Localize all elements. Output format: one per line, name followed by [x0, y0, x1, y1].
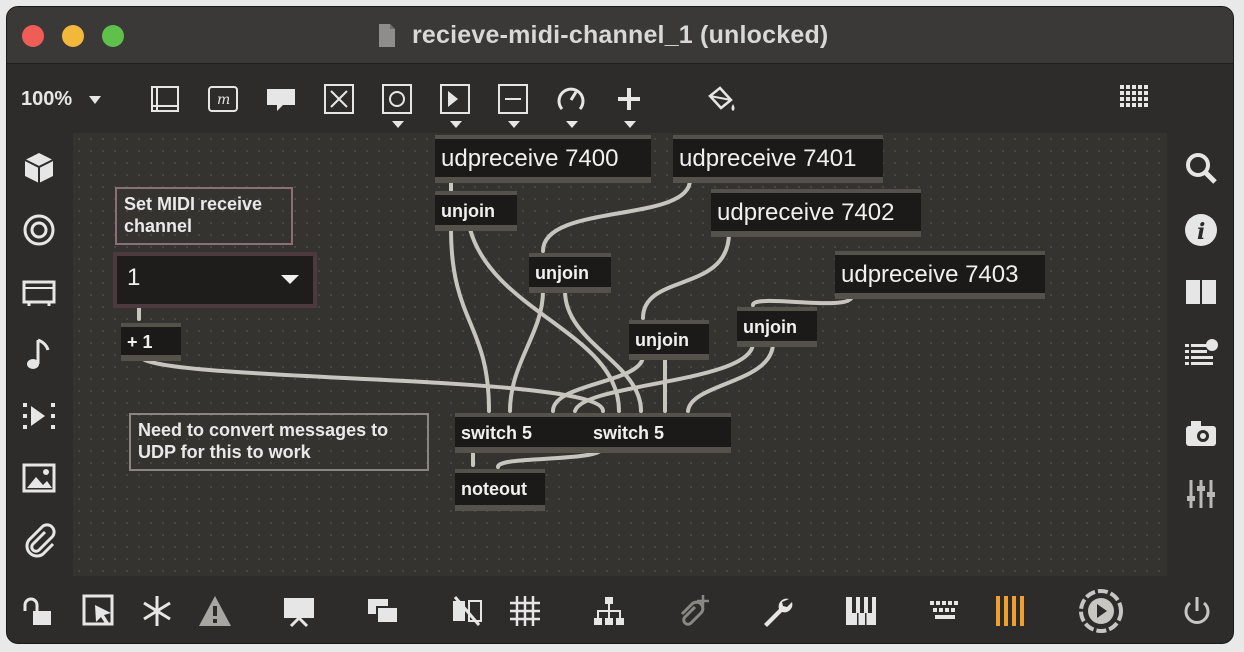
dial-caret-icon[interactable] [566, 121, 578, 128]
object-text: unjoin [535, 263, 589, 283]
package-cube-icon[interactable] [21, 150, 57, 186]
object-unjoin-3[interactable]: unjoin [629, 320, 709, 360]
object-unjoin-1[interactable]: unjoin [435, 191, 517, 231]
paint-bucket-icon[interactable] [704, 82, 738, 116]
object-text: udpreceive 7403 [841, 261, 1019, 288]
object-udpreceive-7401[interactable]: udpreceive 7401 [673, 135, 883, 183]
zoom-level[interactable]: 100% [21, 88, 72, 111]
list-icon[interactable] [1183, 336, 1219, 372]
object-text: + 1 [127, 332, 153, 352]
warning-icon[interactable] [197, 593, 233, 629]
search-icon[interactable] [1183, 150, 1219, 186]
object-text: noteout [461, 479, 527, 499]
dial-icon[interactable] [554, 82, 588, 116]
patcher-window: recieve-midi-channel_1 (unlocked) 100% m [6, 6, 1234, 644]
minimize-window-button[interactable] [62, 25, 84, 47]
book-icon[interactable] [1183, 274, 1219, 310]
hierarchy-icon[interactable] [591, 593, 627, 629]
object-text: udpreceive 7400 [441, 145, 619, 172]
media-play-icon[interactable] [21, 398, 57, 434]
add-caret-icon[interactable] [624, 121, 636, 128]
patcher-canvas[interactable]: Set MIDI receive channel 1 + 1 Need to c… [73, 133, 1167, 576]
bottom-toolbar [7, 579, 1233, 643]
object-text: switch 5 [461, 423, 533, 443]
keyboard-icon[interactable] [927, 593, 963, 629]
freeze-icon[interactable] [139, 593, 175, 629]
document-icon [379, 24, 395, 47]
target-icon[interactable] [21, 212, 57, 248]
number-caret-icon[interactable] [450, 121, 462, 128]
camera-icon[interactable] [1183, 416, 1219, 452]
comment-text: Set MIDI receive channel [124, 194, 263, 236]
windows-icon[interactable] [365, 593, 401, 629]
object-noteout[interactable]: noteout [455, 469, 545, 511]
hide-icon[interactable] [449, 593, 485, 629]
object-text: udpreceive 7402 [717, 199, 895, 226]
grid-icon[interactable] [507, 593, 543, 629]
comment-convert-udp[interactable]: Need to convert messages to UDP for this… [129, 413, 429, 471]
object-text: unjoin [441, 201, 495, 221]
svg-text:m: m [217, 92, 230, 108]
bars-icon[interactable] [993, 593, 1029, 629]
comment-set-midi-channel[interactable]: Set MIDI receive channel [115, 187, 293, 245]
edit-pointer-icon[interactable] [81, 593, 117, 629]
number-box-icon[interactable] [438, 82, 472, 116]
svg-text:i: i [1197, 219, 1205, 245]
info-icon[interactable]: i [1183, 212, 1219, 248]
paperclip-add-icon[interactable] [675, 593, 711, 629]
top-toolbar: 100% m [7, 64, 1233, 128]
presentation-icon[interactable] [281, 593, 317, 629]
piano-icon[interactable] [843, 593, 879, 629]
grid-dots-icon[interactable] [1119, 82, 1153, 116]
wrench-icon[interactable] [759, 593, 795, 629]
window-title: recieve-midi-channel_1 (unlocked) [412, 21, 829, 49]
comment-icon[interactable] [264, 82, 298, 116]
object-text: switch 5 [593, 423, 665, 443]
power-icon[interactable] [1179, 593, 1215, 629]
object-switch-5-a[interactable]: switch 5 [455, 413, 589, 453]
add-object-icon[interactable] [612, 82, 646, 116]
close-window-button[interactable] [22, 25, 44, 47]
cord [641, 231, 731, 320]
lock-icon[interactable] [19, 593, 55, 629]
maximize-window-button[interactable] [102, 25, 124, 47]
object-text: unjoin [743, 317, 797, 337]
play-icon[interactable] [1077, 587, 1125, 635]
zoom-caret-icon[interactable] [89, 96, 101, 104]
image-icon[interactable] [21, 460, 57, 496]
object-udpreceive-7403[interactable]: udpreceive 7403 [835, 251, 1045, 299]
object-udpreceive-7402[interactable]: udpreceive 7402 [711, 189, 921, 237]
cord [541, 178, 692, 253]
object-switch-5-b[interactable]: switch 5 [587, 413, 731, 453]
cord [137, 353, 605, 413]
object-udpreceive-7400[interactable]: udpreceive 7400 [435, 135, 651, 183]
slider-caret-icon[interactable] [508, 121, 520, 128]
presentation-frame-icon[interactable] [148, 82, 182, 116]
title-bar[interactable]: recieve-midi-channel_1 (unlocked) [7, 7, 1233, 64]
button-object-icon[interactable] [380, 82, 414, 116]
paperclip-icon[interactable] [21, 522, 57, 558]
object-text: unjoin [635, 330, 689, 350]
object-plus-1[interactable]: + 1 [121, 323, 181, 361]
music-note-icon[interactable] [21, 336, 57, 372]
comment-text: Need to convert messages to UDP for this… [138, 420, 389, 462]
object-unjoin-2[interactable]: unjoin [529, 253, 611, 293]
device-icon[interactable] [21, 274, 57, 310]
object-text: udpreceive 7401 [679, 145, 857, 172]
toggle-icon[interactable] [322, 82, 356, 116]
button-caret-icon[interactable] [392, 121, 404, 128]
umenu-channel[interactable]: 1 [113, 252, 317, 308]
sliders-icon[interactable] [1183, 476, 1219, 512]
chevron-down-icon [281, 275, 299, 284]
slider-icon[interactable] [496, 82, 530, 116]
object-unjoin-4[interactable]: unjoin [737, 307, 817, 347]
message-box-icon[interactable]: m [206, 82, 240, 116]
umenu-value: 1 [127, 264, 141, 291]
